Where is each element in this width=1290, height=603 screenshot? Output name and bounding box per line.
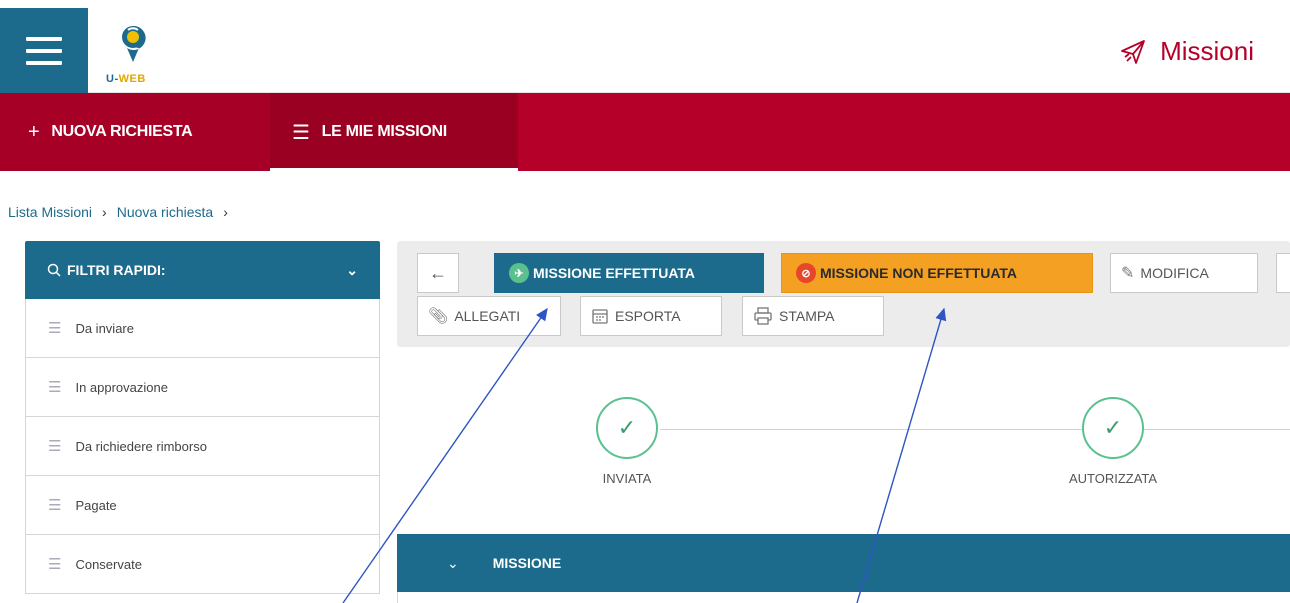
list-icon: ☰	[48, 497, 62, 514]
breadcrumb-item-lista-missioni[interactable]: Lista Missioni	[8, 204, 92, 220]
print-button[interactable]: STAMPA	[742, 296, 884, 336]
mission-not-done-label: MISSIONE NON EFFETTUATA	[820, 265, 1018, 281]
logo-text: U-WEB	[106, 73, 146, 85]
print-label: STAMPA	[779, 308, 835, 324]
breadcrumb-item-nuova-richiesta[interactable]: Nuova richiesta	[117, 204, 214, 220]
app-title: Missioni	[1118, 36, 1254, 67]
edit-label: MODIFICA	[1140, 265, 1209, 281]
search-icon	[47, 263, 61, 277]
filter-item-pagate[interactable]: ☰ Pagate	[25, 476, 380, 535]
calendar-icon	[592, 309, 608, 324]
attachments-button[interactable]: 📎︎ ALLEGATI	[417, 296, 561, 336]
edit-button[interactable]: ✎ MODIFICA	[1110, 253, 1258, 293]
logo-text-u: U-	[106, 73, 119, 85]
active-tab-underline	[270, 168, 518, 171]
check-icon: ✓	[596, 397, 658, 459]
filter-item-label: In approvazione	[75, 379, 168, 395]
step-inviata: ✓ INVIATA	[527, 397, 727, 486]
printer-icon	[754, 307, 772, 325]
step-autorizzata: ✓ AUTORIZZATA	[1013, 397, 1213, 486]
chevron-down-icon: ⌄	[346, 261, 358, 278]
export-label: ESPORTA	[615, 308, 681, 324]
quick-filters-title: FILTRI RAPIDI:	[67, 262, 166, 278]
hamburger-menu-button[interactable]	[0, 8, 88, 93]
quick-filters-header[interactable]: FILTRI RAPIDI: ⌄	[25, 241, 380, 299]
app-header: U-WEB Missioni	[0, 0, 1290, 93]
list-icon: ☰	[292, 121, 310, 144]
chevron-down-icon: ⌄	[447, 554, 459, 571]
chevron-right-icon: ›	[223, 204, 228, 220]
list-icon: ☰	[48, 556, 62, 573]
logo-text-web: WEB	[118, 73, 146, 85]
list-icon: ☰	[48, 379, 62, 396]
chevron-right-icon: ›	[102, 204, 107, 220]
list-icon: ☰	[48, 320, 62, 337]
app-title-text: Missioni	[1160, 36, 1254, 66]
mission-done-label: MISSIONE EFFETTUATA	[533, 265, 696, 281]
airplane-icon: ✈	[509, 263, 529, 283]
quick-filters-panel: FILTRI RAPIDI: ⌄ ☰ Da inviare ☰ In approva…	[25, 241, 380, 594]
mission-section-title: MISSIONE	[492, 555, 562, 571]
paperclip-icon: 📎︎	[428, 308, 449, 325]
breadcrumb: Lista Missioni › Nuova richiesta ›	[8, 204, 232, 220]
filter-item-label: Pagate	[75, 497, 117, 513]
arrow-left-icon: ←	[429, 262, 447, 283]
export-button[interactable]: ESPORTA	[580, 296, 722, 336]
filter-item-label: Da inviare	[75, 320, 134, 336]
attachments-label: ALLEGATI	[454, 308, 521, 324]
mission-section-header[interactable]: ⌄ MISSIONE	[397, 534, 1290, 592]
check-icon: ✓	[1082, 397, 1144, 459]
airplane-icon	[1121, 39, 1145, 64]
step-label: AUTORIZZATA	[1068, 471, 1158, 486]
filter-item-label: Conservate	[75, 556, 142, 572]
airplane-cancelled-icon: ⊘	[796, 263, 816, 283]
hamburger-icon	[26, 36, 62, 65]
plus-icon: +	[28, 120, 40, 143]
filter-item-conservate[interactable]: ☰ Conservate	[25, 535, 380, 594]
filter-item-label: Da richiedere rimborso	[75, 438, 207, 454]
nav-new-request-label: NUOVA RICHIESTA	[51, 123, 193, 140]
filter-item-da-richiedere-rimborso[interactable]: ☰ Da richiedere rimborso	[25, 417, 380, 476]
mission-not-done-button[interactable]: ⊘ MISSIONE NON EFFETTUATA	[781, 253, 1093, 293]
pencil-icon: ✎	[1121, 265, 1135, 282]
nav-my-missions-label: LE MIE MISSIONI	[321, 123, 448, 140]
nav-new-request[interactable]: + NUOVA RICHIESTA	[0, 93, 270, 171]
filter-item-in-approvazione[interactable]: ☰ In approvazione	[25, 358, 380, 417]
step-label: INVIATA	[602, 471, 652, 486]
more-actions-button[interactable]	[1276, 253, 1290, 293]
mission-done-button[interactable]: ✈ MISSIONE EFFETTUATA	[494, 253, 764, 293]
nav-my-missions[interactable]: ☰ LE MIE MISSIONI	[270, 93, 518, 171]
action-toolbar: ← ✈ MISSIONE EFFETTUATA ⊘ MISSIONE NON E…	[397, 241, 1290, 347]
back-button[interactable]: ←	[417, 253, 459, 293]
list-icon: ☰	[48, 438, 62, 455]
main-nav: + NUOVA RICHIESTA ☰ LE MIE MISSIONI	[0, 93, 1290, 171]
filter-item-da-inviare[interactable]: ☰ Da inviare	[25, 299, 380, 358]
mission-section-body	[397, 592, 1290, 603]
